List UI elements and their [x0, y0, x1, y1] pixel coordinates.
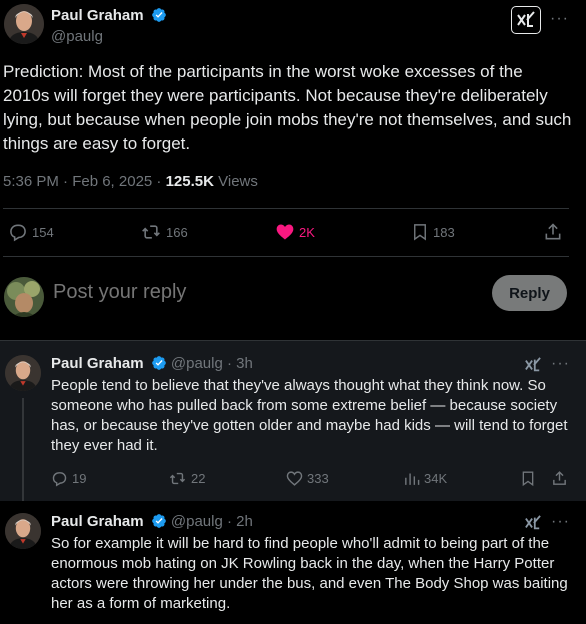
post-age[interactable]: · 3h — [227, 355, 253, 372]
repost-count: 166 — [166, 224, 188, 240]
views-count: 34K — [424, 471, 448, 486]
repost-icon — [142, 225, 160, 239]
repost-count: 22 — [191, 471, 206, 486]
grok-button[interactable] — [511, 6, 541, 34]
repost-action[interactable]: 166 — [140, 222, 188, 242]
analytics-icon — [405, 473, 420, 485]
author-name[interactable]: Paul Graham — [51, 513, 144, 530]
reply-input[interactable] — [53, 281, 473, 304]
divider — [3, 256, 569, 257]
like-count: 333 — [307, 471, 329, 486]
verified-badge-icon — [151, 356, 166, 370]
author-handle[interactable]: @paulg — [171, 513, 223, 530]
author-avatar[interactable] — [5, 355, 41, 391]
author-handle[interactable]: @paulg — [51, 28, 103, 45]
author-avatar[interactable] — [5, 513, 41, 549]
reply-header: Paul Graham @paulg · 3h — [51, 355, 253, 372]
grok-icon[interactable] — [524, 515, 542, 531]
heart-icon — [286, 471, 303, 486]
tweet-text: Prediction: Most of the participants in … — [3, 62, 572, 153]
bookmark-icon — [414, 224, 426, 241]
reply-button[interactable]: Reply — [492, 275, 567, 311]
reply-count: 19 — [72, 471, 87, 486]
author-name[interactable]: Paul Graham — [51, 355, 144, 372]
views-label: Views — [213, 173, 258, 190]
tweet-timestamp[interactable]: 5:36 PM · Feb 6, 2025 · — [3, 173, 166, 190]
bookmark-action[interactable] — [520, 470, 536, 487]
views-count: 125.5K — [165, 173, 214, 190]
user-avatar[interactable] — [4, 277, 44, 317]
repost-action[interactable]: 22 — [168, 470, 205, 487]
verified-badge-icon — [151, 514, 166, 528]
author-name-row[interactable]: Paul Graham — [51, 7, 167, 25]
reply-action[interactable]: 19 — [51, 470, 86, 487]
like-action[interactable]: 2K — [275, 222, 315, 242]
share-icon — [553, 471, 566, 485]
post-age[interactable]: · 2h — [227, 513, 253, 530]
author-name[interactable]: Paul Graham — [51, 7, 144, 24]
reply-text: People tend to believe that they've alwa… — [51, 377, 568, 454]
reply-action[interactable]: 154 — [8, 222, 54, 242]
reply-tweet[interactable]: Paul Graham @paulg · 3h ··· People tend … — [0, 341, 586, 501]
share-icon — [545, 223, 561, 240]
bookmark-action[interactable]: 183 — [411, 222, 455, 242]
author-avatar[interactable] — [4, 4, 44, 44]
bookmark-icon — [522, 471, 534, 487]
verified-badge-icon — [152, 8, 166, 22]
reply-text: So for example it will be hard to find p… — [51, 535, 568, 612]
more-options-icon[interactable]: ··· — [551, 513, 570, 531]
reply-tweet[interactable]: Paul Graham @paulg · 2h ··· So for examp… — [0, 501, 586, 624]
share-action[interactable] — [543, 222, 563, 242]
more-options-icon[interactable]: ··· — [550, 10, 569, 28]
thread-connector — [22, 398, 24, 502]
reply-header: Paul Graham @paulg · 2h — [51, 513, 253, 530]
heart-filled-icon — [276, 224, 294, 240]
grok-icon[interactable] — [524, 357, 542, 373]
bookmark-count: 183 — [433, 224, 455, 240]
reply-count: 154 — [32, 224, 54, 240]
reply-icon — [10, 224, 26, 242]
share-action[interactable] — [551, 470, 568, 487]
reply-icon — [52, 472, 67, 487]
like-action[interactable]: 333 — [286, 470, 329, 487]
grok-icon — [517, 11, 535, 27]
more-options-icon[interactable]: ··· — [551, 355, 570, 373]
views-action[interactable]: 34K — [403, 470, 447, 487]
repost-icon — [169, 472, 186, 485]
like-count: 2K — [299, 224, 315, 240]
divider — [3, 208, 569, 209]
author-handle[interactable]: @paulg — [171, 355, 223, 372]
tweet-meta: 5:36 PM · Feb 6, 2025 · 125.5K Views — [3, 173, 258, 190]
